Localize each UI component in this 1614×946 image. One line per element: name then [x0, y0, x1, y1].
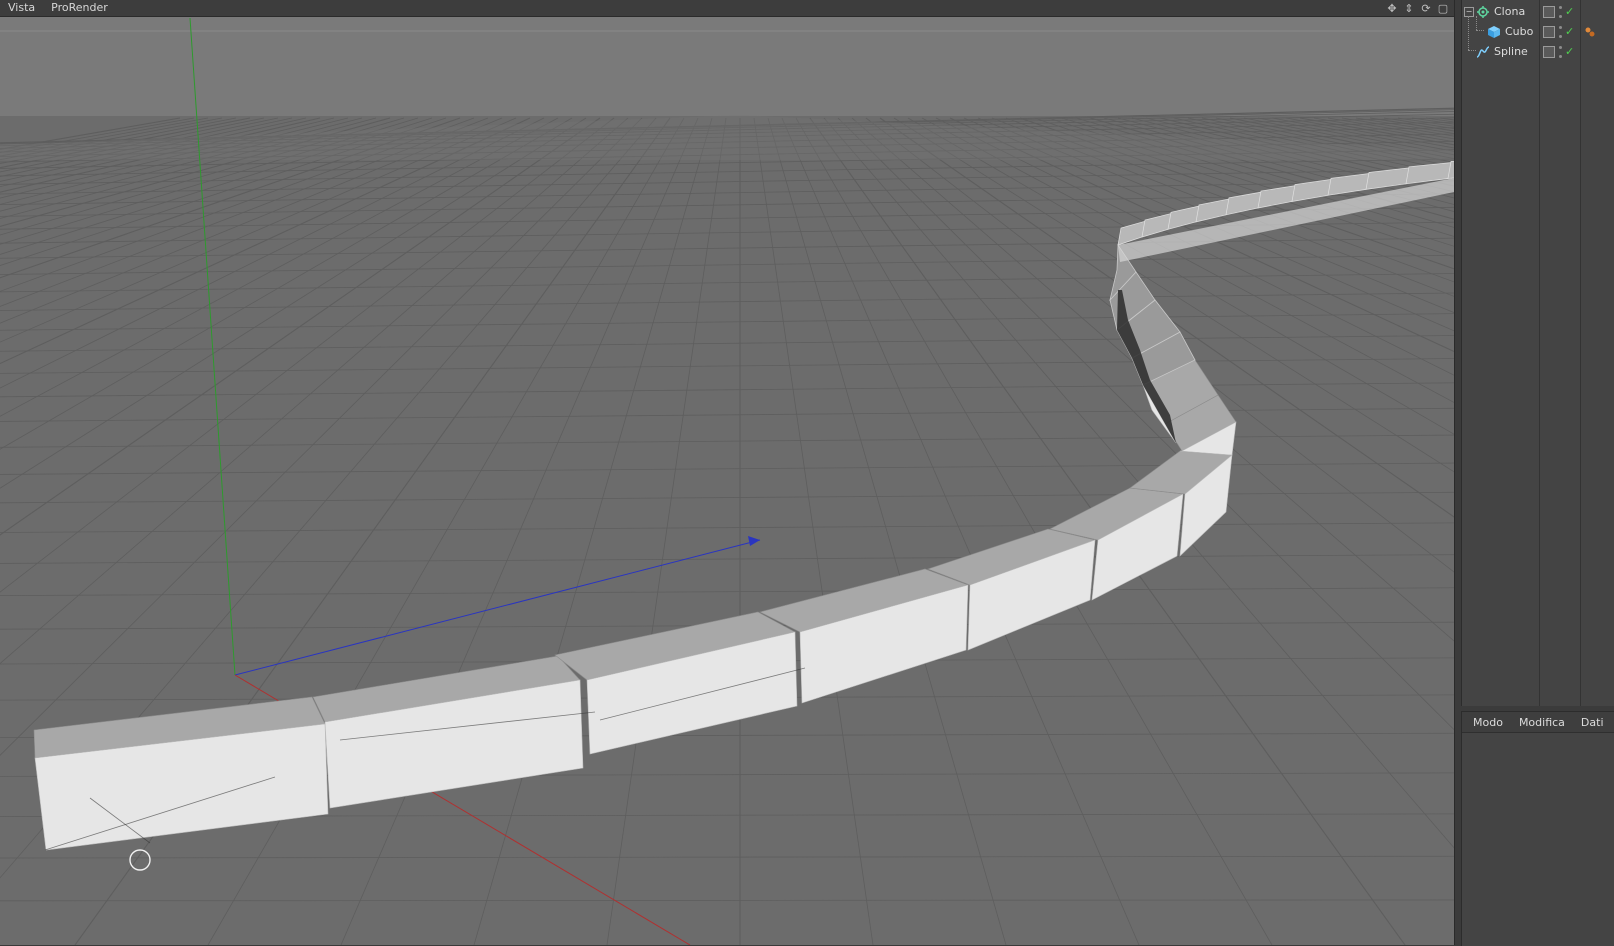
layer-tag-icon[interactable] [1543, 26, 1555, 38]
tab-dati[interactable]: Dati [1581, 716, 1604, 729]
object-manager[interactable]: − Clona ✓ Cubo ✓ Spline ✓ [1461, 0, 1614, 706]
object-row-spline[interactable]: Spline ✓ [1462, 16, 1614, 62]
collapse-toggle-icon[interactable]: − [1464, 7, 1474, 17]
object-label-spline[interactable]: Spline [1494, 42, 1528, 62]
viewport-nav-icons: ✥ ⇕ ⟳ ▢ [1385, 0, 1450, 16]
visibility-dots-icon[interactable] [1559, 6, 1562, 18]
cube-icon [1488, 26, 1500, 38]
move-view-icon[interactable]: ✥ [1385, 1, 1399, 15]
object-row-cubo[interactable]: Cubo ✓ [1462, 16, 1614, 42]
object-label-clona[interactable]: Clona [1494, 2, 1525, 22]
tab-modo[interactable]: Modo [1473, 716, 1503, 729]
material-tag-icon[interactable] [1584, 26, 1596, 38]
object-label-cubo[interactable]: Cubo [1505, 22, 1533, 42]
spline-icon [1476, 46, 1490, 58]
tab-modifica[interactable]: Modifica [1519, 716, 1565, 729]
enabled-check-icon[interactable]: ✓ [1565, 26, 1574, 38]
zoom-view-icon[interactable]: ⇕ [1402, 1, 1416, 15]
visibility-dots-icon[interactable] [1559, 26, 1562, 38]
attribute-tabs: Modo Modifica Dati [1462, 712, 1614, 733]
enabled-check-icon[interactable]: ✓ [1565, 6, 1574, 18]
menu-prorender[interactable]: ProRender [43, 0, 116, 16]
layer-tag-icon[interactable] [1543, 46, 1555, 58]
viewport-canvas[interactable] [0, 0, 1454, 945]
cloner-icon [1477, 6, 1489, 18]
3d-viewport[interactable]: Vista ProRender ✥ ⇕ ⟳ ▢ [0, 0, 1455, 945]
layer-tag-icon[interactable] [1543, 6, 1555, 18]
maximize-view-icon[interactable]: ▢ [1436, 1, 1450, 15]
enabled-check-icon[interactable]: ✓ [1565, 46, 1574, 58]
menu-vista[interactable]: Vista [0, 0, 43, 16]
visibility-dots-icon[interactable] [1559, 46, 1562, 58]
rotate-view-icon[interactable]: ⟳ [1419, 1, 1433, 15]
object-row-clona[interactable]: − Clona ✓ [1462, 2, 1614, 22]
attribute-manager[interactable]: Modo Modifica Dati [1461, 711, 1614, 946]
viewport-menubar: Vista ProRender ✥ ⇕ ⟳ ▢ [0, 0, 1454, 17]
right-panel: − Clona ✓ Cubo ✓ Spline ✓ Modo Modifica … [1455, 0, 1614, 946]
